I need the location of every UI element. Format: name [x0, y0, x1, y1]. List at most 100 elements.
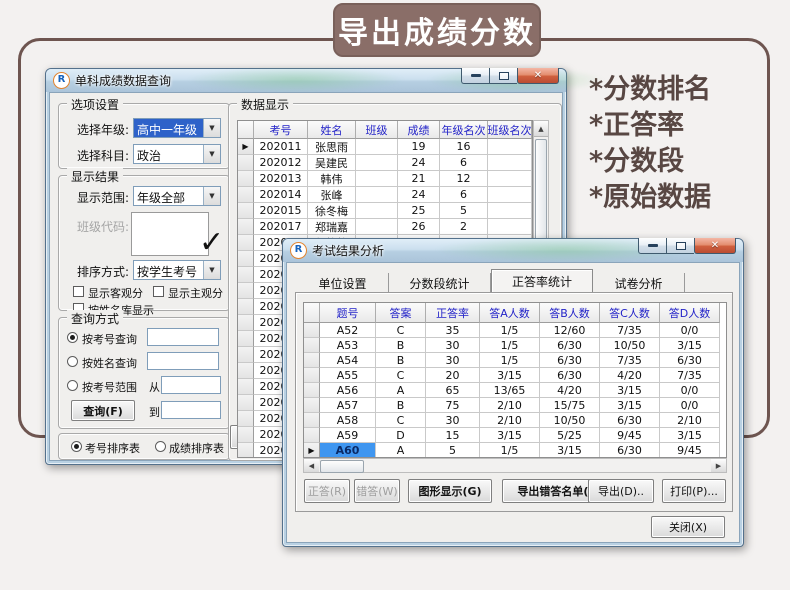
column-header[interactable]: 答案: [376, 303, 426, 323]
order-by-id-radio[interactable]: [71, 441, 82, 452]
by-id-radio[interactable]: [67, 332, 78, 343]
table-row[interactable]: A59D153/155/259/453/15: [304, 428, 726, 443]
row-selector[interactable]: [238, 331, 254, 347]
row-selector[interactable]: [238, 267, 254, 283]
row-selector[interactable]: [238, 299, 254, 315]
maximize-button[interactable]: [666, 238, 694, 254]
scroll-up-icon[interactable]: ▲: [534, 121, 548, 137]
column-header[interactable]: 班级名次: [488, 121, 532, 139]
grade-select[interactable]: 高中一年级 ▼: [133, 118, 221, 138]
row-selector[interactable]: [304, 428, 320, 443]
column-header[interactable]: 答C人数: [600, 303, 660, 323]
close-window-button[interactable]: 关闭(X): [651, 516, 725, 538]
minimize-button[interactable]: [638, 238, 666, 254]
scroll-left-icon[interactable]: ◀: [304, 459, 319, 472]
maximize-button[interactable]: [489, 68, 517, 84]
table-row[interactable]: A52C351/512/607/350/0: [304, 323, 726, 338]
row-selector[interactable]: [238, 235, 254, 251]
column-header[interactable]: 正答率: [426, 303, 480, 323]
range-to-input[interactable]: [161, 401, 221, 419]
row-selector[interactable]: [238, 171, 254, 187]
column-header[interactable]: 成绩: [398, 121, 440, 139]
wrong-answer-button[interactable]: 错答(W): [354, 479, 400, 503]
correct-answer-button[interactable]: 正答(R): [304, 479, 350, 503]
chevron-down-icon[interactable]: ▼: [203, 119, 220, 137]
by-name-radio[interactable]: [67, 356, 78, 367]
row-selector[interactable]: [304, 338, 320, 353]
column-header[interactable]: 姓名: [308, 121, 356, 139]
table-row[interactable]: ▶202011张思雨1916: [238, 139, 532, 155]
table-row[interactable]: A57B752/1015/753/150/0: [304, 398, 726, 413]
row-selector[interactable]: [238, 283, 254, 299]
analysis-window-titlebar[interactable]: R 考试结果分析 ✕: [283, 239, 743, 262]
table-row[interactable]: A58C302/1010/506/302/10: [304, 413, 726, 428]
tab-correct-rate[interactable]: 正答率统计: [491, 269, 593, 293]
column-header[interactable]: 班级: [356, 121, 398, 139]
row-selector[interactable]: [304, 323, 320, 338]
order-by-score-radio[interactable]: [155, 441, 166, 452]
row-selector[interactable]: [238, 411, 254, 427]
row-selector[interactable]: [304, 398, 320, 413]
subjective-checkbox[interactable]: [153, 286, 164, 297]
tab-score-segments[interactable]: 分数段统计: [389, 273, 491, 293]
tab-unit-settings[interactable]: 单位设置: [297, 273, 389, 293]
row-selector[interactable]: [304, 368, 320, 383]
row-selector[interactable]: [238, 443, 254, 458]
row-selector[interactable]: [238, 203, 254, 219]
scroll-right-icon[interactable]: ▶: [711, 459, 726, 472]
by-name-input[interactable]: [147, 352, 219, 370]
column-header[interactable]: 答A人数: [480, 303, 540, 323]
row-selector[interactable]: [238, 251, 254, 267]
analysis-table-hscrollbar[interactable]: ◀ ▶: [303, 458, 727, 473]
table-row[interactable]: 202014张峰246: [238, 187, 532, 203]
subject-select[interactable]: 政治 ▼: [133, 144, 221, 164]
close-button[interactable]: ✕: [517, 68, 559, 84]
chevron-down-icon[interactable]: ▼: [203, 261, 220, 279]
by-range-radio[interactable]: [67, 380, 78, 391]
row-selector[interactable]: ▶: [304, 443, 320, 458]
table-row[interactable]: 202015徐冬梅255: [238, 203, 532, 219]
query-button[interactable]: 查询(F): [71, 400, 135, 421]
table-row[interactable]: 202017郑瑞嘉262: [238, 219, 532, 235]
print-button[interactable]: 打印(P)...: [662, 479, 726, 503]
column-header[interactable]: 题号: [320, 303, 376, 323]
row-selector[interactable]: [238, 427, 254, 443]
row-selector[interactable]: [304, 413, 320, 428]
table-row[interactable]: A56A6513/654/203/150/0: [304, 383, 726, 398]
row-selector[interactable]: [238, 347, 254, 363]
graph-display-button[interactable]: 图形显示(G): [408, 479, 492, 503]
close-button[interactable]: ✕: [694, 238, 736, 254]
minimize-button[interactable]: [461, 68, 489, 84]
column-header[interactable]: 考号: [254, 121, 308, 139]
row-selector[interactable]: [304, 353, 320, 368]
table-row[interactable]: A55C203/156/304/207/35: [304, 368, 726, 383]
table-row[interactable]: A53B301/56/3010/503/15: [304, 338, 726, 353]
row-selector[interactable]: [238, 379, 254, 395]
chevron-down-icon[interactable]: ▼: [203, 187, 220, 205]
row-selector[interactable]: [238, 155, 254, 171]
scrollbar-thumb[interactable]: [320, 460, 364, 473]
by-id-input[interactable]: [147, 328, 219, 346]
range-from-input[interactable]: [161, 376, 221, 394]
row-selector[interactable]: [238, 363, 254, 379]
row-selector[interactable]: [238, 395, 254, 411]
row-selector[interactable]: [238, 187, 254, 203]
objective-checkbox[interactable]: [73, 286, 84, 297]
export-button[interactable]: 导出(D)..: [588, 479, 654, 503]
table-row[interactable]: 202013韩伟2112: [238, 171, 532, 187]
class-code-box[interactable]: [131, 212, 209, 256]
table-row[interactable]: ▶A60A51/53/156/309/45: [304, 443, 726, 458]
column-header[interactable]: 年级名次: [440, 121, 488, 139]
query-window-titlebar[interactable]: R 单科成绩数据查询 ✕: [46, 69, 566, 92]
row-selector[interactable]: [304, 383, 320, 398]
tab-paper-analysis[interactable]: 试卷分析: [593, 273, 685, 293]
sort-select[interactable]: 按学生考号 ▼: [133, 260, 221, 280]
chevron-down-icon[interactable]: ▼: [203, 145, 220, 163]
column-header[interactable]: 答D人数: [660, 303, 720, 323]
table-row[interactable]: A54B301/56/307/356/30: [304, 353, 726, 368]
range-select[interactable]: 年级全部 ▼: [133, 186, 221, 206]
row-selector[interactable]: [238, 219, 254, 235]
row-selector[interactable]: ▶: [238, 139, 254, 155]
column-header[interactable]: 答B人数: [540, 303, 600, 323]
table-row[interactable]: 202012吴建民246: [238, 155, 532, 171]
